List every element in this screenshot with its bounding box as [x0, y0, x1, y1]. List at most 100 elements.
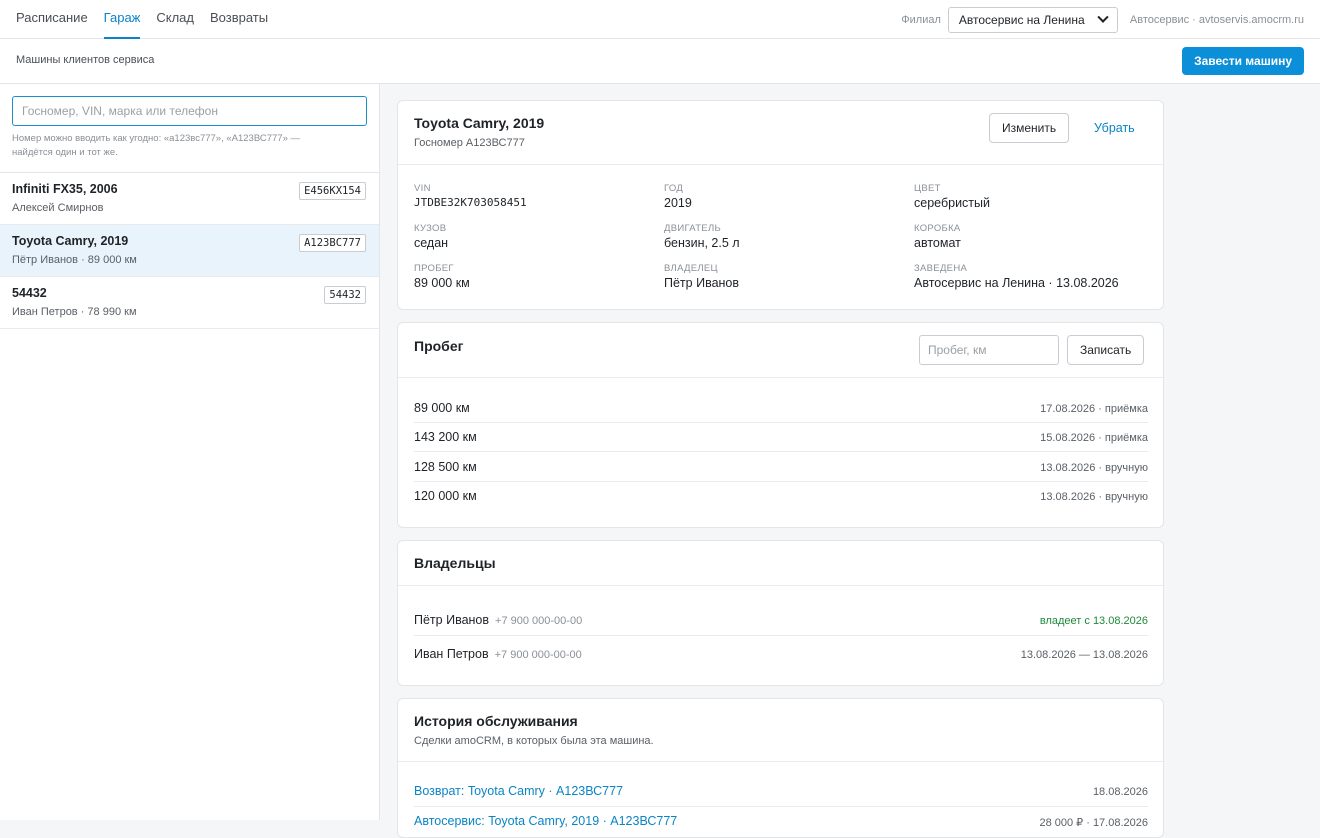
mileage-header: Пробег Записать — [398, 323, 1163, 378]
owner-period: 13.08.2026 — 13.08.2026 — [1020, 649, 1148, 661]
spec-label: Двигатель — [664, 223, 722, 234]
car-item-title: Toyota Camry, 2019 — [12, 234, 129, 248]
spec-transmission: Коробка автомат — [914, 223, 1154, 250]
history-subtitle: Сделки amoCRM, в которых была эта машина… — [414, 735, 654, 747]
spec-color: Цвет серебристый — [914, 183, 1154, 210]
mileage-value: 89 000 км — [414, 401, 470, 415]
spec-body: Кузов седан — [414, 223, 654, 250]
owner-name: Иван Петров — [414, 647, 489, 661]
mileage-row: 143 200 км 15.08.2026 · приёмка — [414, 423, 1148, 452]
car-list-sidebar: Номер можно вводить как угодно: «а123вс7… — [0, 84, 380, 820]
owner-phone: +7 900 000-00-00 — [494, 649, 582, 661]
deal-meta: 18.08.2026 — [1092, 786, 1148, 798]
car-item-subtitle: Иван Петров · 78 990 км — [12, 306, 137, 318]
nav-tab-garage[interactable]: Гараж — [103, 0, 141, 39]
car-item-title: Infiniti FX35, 2006 — [12, 182, 118, 196]
mileage-title: Пробег — [414, 338, 464, 354]
spec-value: Автосервис на Ленина · 13.08.2026 — [914, 276, 1119, 290]
branch-label: Филиал — [901, 14, 941, 26]
account-label: Автосервис · avtoservis.amocrm.ru — [1129, 14, 1304, 26]
car-detail-plate: Госномер А123ВС777 — [414, 137, 525, 149]
mileage-row: 89 000 км 17.08.2026 · приёмка — [414, 394, 1148, 423]
spec-label: Коробка — [914, 223, 961, 234]
spec-label: Пробег — [414, 263, 454, 274]
plate-badge: Е456КХ154 — [299, 182, 366, 200]
spec-value: Пётр Иванов — [664, 276, 740, 290]
spec-value: бензин, 2.5 л — [664, 236, 740, 250]
spec-value: седан — [414, 236, 449, 250]
history-row[interactable]: Возврат: Toyota Camry · А123ВС777 18.08.… — [414, 777, 1148, 807]
main-nav: Расписание Гараж Склад Возвраты — [16, 0, 284, 39]
mileage-meta: 15.08.2026 · приёмка — [1040, 432, 1148, 444]
spec-year: Год 2019 — [664, 183, 904, 210]
mileage-input[interactable] — [919, 335, 1059, 365]
spec-engine: Двигатель бензин, 2.5 л — [664, 223, 904, 250]
service-history-card: История обслуживания Сделки amoCRM, в ко… — [397, 698, 1164, 838]
search-hint: Номер можно вводить как угодно: «а123вс7… — [12, 133, 300, 158]
edit-car-button[interactable]: Изменить — [989, 113, 1070, 143]
spec-label: Заведена — [914, 263, 968, 274]
owners-header: Владельцы — [398, 541, 1163, 586]
spec-label: Владелец — [664, 263, 718, 274]
nav-tab-warehouse[interactable]: Склад — [156, 0, 194, 39]
mileage-row: 128 500 км 13.08.2026 · вручную — [414, 453, 1148, 482]
spec-vin: VIN JTDBE32K703058451 — [414, 183, 654, 209]
car-detail-card: Toyota Camry, 2019 Госномер А123ВС777 Из… — [397, 100, 1164, 310]
spec-value: JTDBE32K703058451 — [414, 196, 527, 209]
owner-phone: +7 900 000-00-00 — [495, 615, 583, 627]
page-subheader: Машины клиентов сервиса Завести машину — [0, 39, 1320, 84]
owner-row-current: Пётр Иванов +7 900 000-00-00 владеет с 13… — [414, 605, 1148, 636]
car-item-title: 54432 — [12, 286, 47, 300]
spec-label: Год — [664, 183, 684, 194]
deal-meta: 28 000 ₽ · 17.08.2026 — [1039, 817, 1148, 829]
spec-value: 2019 — [664, 196, 692, 210]
spec-mileage: Пробег 89 000 км — [414, 263, 654, 290]
history-title: История обслуживания — [414, 713, 578, 729]
deal-link[interactable]: Автосервис: Toyota Camry, 2019 · А123ВС7… — [414, 814, 677, 828]
page-title: Машины клиентов сервиса — [16, 54, 155, 66]
save-mileage-button[interactable]: Записать — [1067, 335, 1145, 365]
mileage-meta: 13.08.2026 · вручную — [1040, 462, 1148, 474]
car-item-subtitle: Алексей Смирнов — [12, 202, 104, 214]
owner-name-group: Иван Петров +7 900 000-00-00 — [414, 647, 582, 661]
owners-card: Владельцы Пётр Иванов +7 900 000-00-00 вл… — [397, 540, 1164, 686]
mileage-value: 143 200 км — [414, 430, 477, 444]
history-header: История обслуживания Сделки amoCRM, в ко… — [398, 699, 1163, 762]
spec-label: Цвет — [914, 183, 941, 194]
car-detail-header: Toyota Camry, 2019 Госномер А123ВС777 Из… — [398, 101, 1163, 165]
car-item-subtitle: Пётр Иванов · 89 000 км — [12, 254, 137, 266]
branch-selector-group: Филиал Автосервис на Ленина Автосервис ·… — [901, 7, 1304, 33]
owner-period: владеет с 13.08.2026 — [1039, 615, 1148, 627]
spec-value: серебристый — [914, 196, 991, 210]
history-row[interactable]: Автосервис: Toyota Camry, 2019 · А123ВС7… — [414, 807, 1148, 837]
top-navigation-bar: Расписание Гараж Склад Возвраты Филиал А… — [0, 0, 1320, 39]
branch-select[interactable]: Автосервис на Ленина — [947, 7, 1118, 33]
nav-tab-schedule[interactable]: Расписание — [16, 0, 88, 39]
spec-value: автомат — [914, 236, 961, 250]
spec-value: 89 000 км — [414, 276, 470, 290]
mileage-card: Пробег Записать 89 000 км 17.08.2026 · п… — [397, 322, 1164, 528]
owner-name: Пётр Иванов — [414, 613, 490, 627]
car-list-item[interactable]: 54432 Иван Петров · 78 990 км 54432 — [0, 277, 379, 329]
mileage-meta: 17.08.2026 · приёмка — [1040, 403, 1148, 415]
spec-owner: Владелец Пётр Иванов — [664, 263, 904, 290]
car-detail-title: Toyota Camry, 2019 — [414, 115, 545, 131]
car-list: Infiniti FX35, 2006 Алексей Смирнов Е456… — [0, 172, 379, 329]
owner-name-group: Пётр Иванов +7 900 000-00-00 — [414, 613, 582, 627]
owners-title: Владельцы — [414, 555, 496, 571]
mileage-value: 128 500 км — [414, 460, 477, 474]
deal-link[interactable]: Возврат: Toyota Camry · А123ВС777 — [414, 784, 623, 798]
car-list-item-selected[interactable]: Toyota Camry, 2019 Пётр Иванов · 89 000 … — [0, 225, 379, 277]
nav-tab-returns[interactable]: Возвраты — [210, 0, 268, 39]
owner-row: Иван Петров +7 900 000-00-00 13.08.2026 —… — [414, 639, 1148, 670]
mileage-value: 120 000 км — [414, 489, 477, 503]
mileage-row: 120 000 км 13.08.2026 · вручную — [414, 482, 1148, 511]
car-list-item[interactable]: Infiniti FX35, 2006 Алексей Смирнов Е456… — [0, 173, 379, 225]
chevron-down-icon — [1097, 11, 1109, 23]
add-car-button[interactable]: Завести машину — [1182, 47, 1304, 75]
spec-label: VIN — [414, 183, 431, 194]
car-search-input[interactable] — [12, 96, 367, 126]
remove-car-button[interactable]: Убрать — [1094, 121, 1135, 135]
spec-created: Заведена Автосервис на Ленина · 13.08.20… — [914, 263, 1154, 290]
mileage-meta: 13.08.2026 · вручную — [1040, 491, 1148, 503]
